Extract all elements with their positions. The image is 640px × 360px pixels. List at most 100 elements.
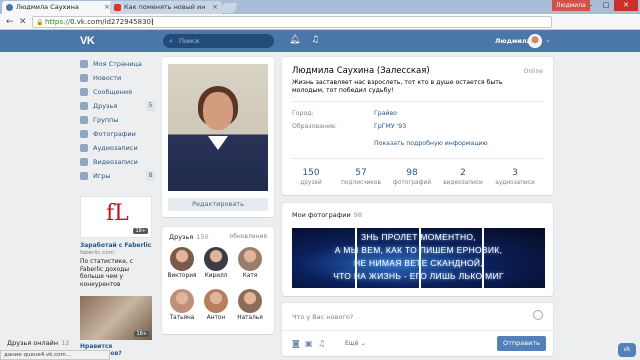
- show-more-info-link[interactable]: Показать подробную информацию: [374, 140, 488, 147]
- counter-label: подписчиков: [341, 180, 381, 186]
- vk-logo[interactable]: VK: [80, 35, 95, 47]
- friend-name[interactable]: Катя: [234, 273, 266, 279]
- friend-avatar[interactable]: [204, 289, 228, 313]
- tab-close-icon[interactable]: ×: [212, 1, 218, 14]
- friend-avatar[interactable]: [170, 289, 194, 313]
- counter-friends[interactable]: 150 друзей: [286, 168, 336, 186]
- divider: [292, 158, 543, 159]
- sidebar-item-games[interactable]: Игры 8: [80, 169, 155, 183]
- photos-title: Мои фотографии: [292, 211, 351, 219]
- friends-online-title: Друзья онлайн: [7, 339, 59, 347]
- friends-icon: [80, 102, 88, 110]
- friend-name[interactable]: Кирилл: [200, 273, 232, 279]
- friend-item[interactable]: Кирилл: [200, 247, 232, 279]
- friend-name[interactable]: Татьяна: [166, 315, 198, 321]
- more-attachments-button[interactable]: Ещё ⌄: [345, 340, 366, 347]
- sidebar-item-label: Друзья: [93, 102, 118, 110]
- new-post-input[interactable]: Что у Вас нового?: [292, 313, 353, 321]
- sidebar-nav: Моя Страница Новости Сообщения Друзья 5 Г…: [80, 57, 155, 183]
- minimize-icon[interactable]: –: [584, 0, 598, 11]
- friend-item[interactable]: Наталья: [234, 289, 266, 321]
- friend-avatar[interactable]: [204, 247, 228, 271]
- friend-item[interactable]: Виктория: [166, 247, 198, 279]
- sidebar-item-audio[interactable]: Аудиозаписи: [80, 141, 155, 155]
- counter-audio[interactable]: 3 аудиозаписи: [490, 168, 540, 186]
- faberlic-logo: fL: [106, 201, 129, 226]
- friend-item[interactable]: Антон: [200, 289, 232, 321]
- search-placeholder: Поиск: [179, 37, 200, 45]
- ad-title[interactable]: Заработай с Faberlic: [80, 242, 152, 249]
- friends-online-heading[interactable]: Друзья онлайн 12: [7, 339, 69, 347]
- profile-status-text[interactable]: Жизнь заставляет нас взрослеть, тот кто …: [292, 79, 522, 95]
- photo-text-line: ЧТО НА ЖИЗНЬ - ЕГО ЛИШЬ ЛЬКО МИГ: [333, 271, 504, 281]
- counter-value: 57: [355, 168, 367, 178]
- lock-icon: 🔒: [36, 19, 44, 26]
- url-input[interactable]: 🔒 https://0.vk.com/id272945830: [32, 16, 552, 28]
- sidebar-item-groups[interactable]: Группы: [80, 113, 155, 127]
- bell-icon[interactable]: 🔔︎: [289, 35, 300, 45]
- sidebar-item-video[interactable]: Видеозаписи: [80, 155, 155, 169]
- friend-name[interactable]: Виктория: [166, 273, 198, 279]
- second-ad-image[interactable]: 18+: [80, 296, 152, 340]
- music-attach-icon[interactable]: ♫: [318, 340, 325, 348]
- counter-value: 2: [460, 168, 466, 178]
- sidebar-item-friends[interactable]: Друзья 5: [80, 99, 155, 113]
- search-input[interactable]: ⌕ Поиск: [163, 34, 274, 48]
- photo-text-line: ЗНЬ ПРОЛЕТ МОМЕНТНО,: [360, 232, 476, 242]
- camera-icon[interactable]: ◙: [292, 340, 300, 348]
- header-avatar[interactable]: [528, 34, 542, 48]
- friends-count: 150: [196, 233, 209, 241]
- friends-title: Друзья: [169, 233, 194, 241]
- messages-icon: [80, 88, 88, 96]
- tab-vk-profile[interactable]: Людмила Саухина ×: [2, 1, 114, 14]
- counter-videos[interactable]: 2 видеозаписи: [438, 168, 488, 186]
- counter-followers[interactable]: 57 подписчиков: [336, 168, 386, 186]
- sidebar-item-my-page[interactable]: Моя Страница: [80, 57, 155, 71]
- music-icon[interactable]: ♫: [311, 35, 319, 45]
- emoji-icon[interactable]: [533, 310, 543, 320]
- friend-name[interactable]: Антон: [200, 315, 232, 321]
- back-icon[interactable]: ←: [6, 17, 14, 27]
- window-close-icon[interactable]: ✕: [614, 0, 638, 11]
- address-bar: ← ✕ 🔒 https://0.vk.com/id272945830: [0, 14, 640, 30]
- ad-text: По статистике, с Faberlic доходы больше …: [80, 258, 134, 288]
- education-value[interactable]: ГрГМУ '93: [374, 123, 406, 130]
- friends-count-badge: 5: [146, 101, 155, 111]
- photos-heading[interactable]: Мои фотографии 98: [292, 211, 362, 219]
- faberlic-ad-image[interactable]: fL 18+: [80, 196, 152, 238]
- header-user-name[interactable]: Людмила: [495, 37, 531, 45]
- sidebar-item-label: Новости: [93, 74, 122, 82]
- divider: [282, 330, 553, 331]
- send-post-button[interactable]: Отправить: [497, 336, 546, 351]
- friend-name[interactable]: Наталья: [234, 315, 266, 321]
- friends-heading[interactable]: Друзья 150: [169, 233, 209, 241]
- video-attach-icon[interactable]: ▣: [305, 340, 313, 348]
- sidebar-item-messages[interactable]: Сообщения: [80, 85, 155, 99]
- sidebar-item-news[interactable]: Новости: [80, 71, 155, 85]
- sidebar-item-photos[interactable]: Фотографии: [80, 127, 155, 141]
- browser-status-bar: дание queue4.vk.com...: [0, 350, 110, 360]
- counter-label: аудиозаписи: [495, 180, 535, 186]
- city-value[interactable]: Грайво: [374, 110, 397, 117]
- chevron-down-icon[interactable]: ⌄: [545, 36, 551, 44]
- tab-label: Людмила Саухина: [16, 3, 79, 11]
- friend-item[interactable]: Татьяна: [166, 289, 198, 321]
- vk-corner-icon[interactable]: vk: [618, 343, 636, 357]
- counter-label: фотографий: [392, 180, 432, 186]
- friend-avatar[interactable]: [238, 247, 262, 271]
- friend-item[interactable]: Катя: [234, 247, 266, 279]
- stop-icon[interactable]: ✕: [19, 17, 27, 27]
- counter-photos[interactable]: 98 фотографий: [387, 168, 437, 186]
- profile-photo[interactable]: [168, 64, 268, 191]
- maximize-icon[interactable]: □: [599, 0, 613, 11]
- profile-info-card: Людмила Саухина (Залесская) Online Жизнь…: [282, 57, 553, 195]
- ad-domain: faberlic.com: [80, 250, 115, 256]
- friends-updates-link[interactable]: обновления: [230, 233, 267, 240]
- tab-youtube[interactable]: Как поменять новый ин ×: [110, 1, 222, 14]
- photo-thumbnail-strip[interactable]: ЗНЬ ПРОЛЕТ МОМЕНТНО, А МЫ ВЕМ, КАК ТО ПИ…: [292, 228, 545, 288]
- edit-profile-button[interactable]: Редактировать: [168, 198, 268, 211]
- friend-avatar[interactable]: [170, 247, 194, 271]
- photo-face: [203, 92, 233, 130]
- friend-avatar[interactable]: [238, 289, 262, 313]
- new-tab-button[interactable]: [220, 3, 238, 13]
